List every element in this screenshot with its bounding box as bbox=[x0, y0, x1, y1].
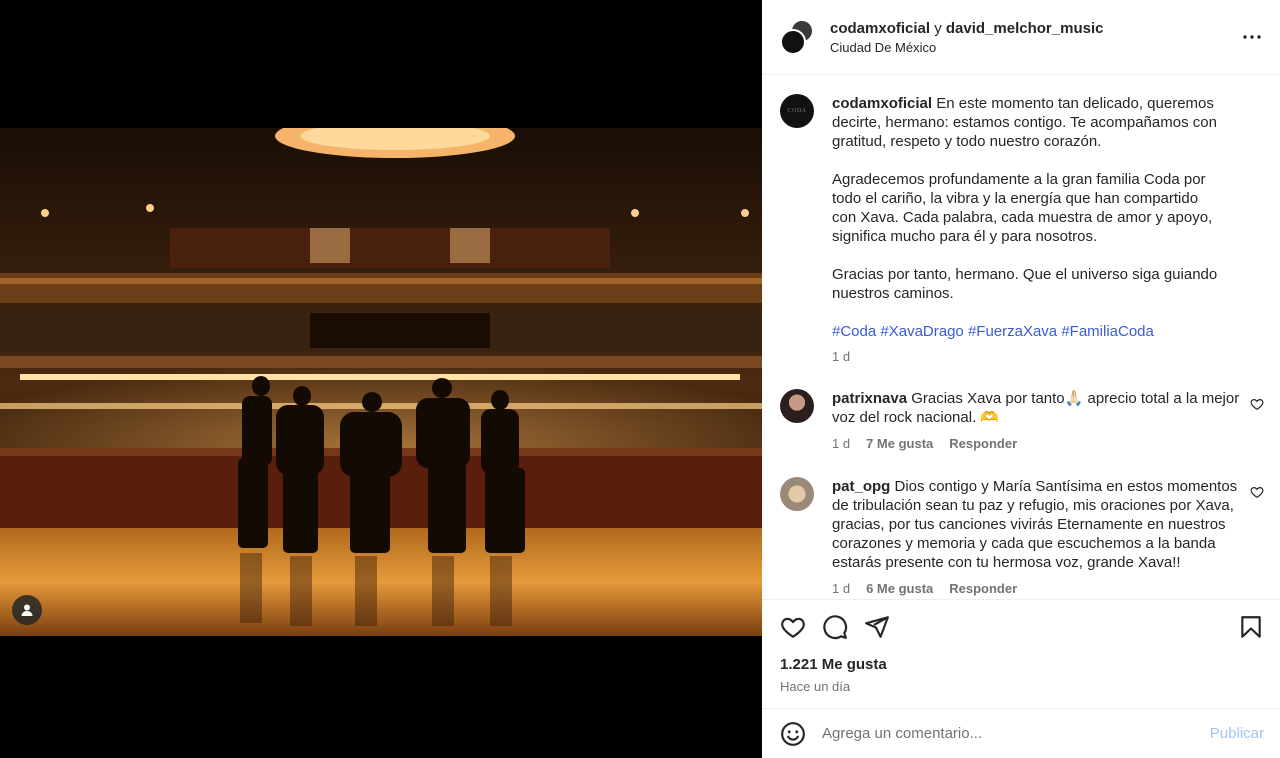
post-photo[interactable] bbox=[0, 128, 762, 636]
emoji-icon[interactable] bbox=[780, 721, 806, 747]
post-panel: codamxoficial y david_melchor_music Ciud… bbox=[762, 0, 1280, 758]
collab-avatars[interactable] bbox=[780, 19, 816, 55]
likes-count[interactable]: 1.221 Me gusta bbox=[780, 656, 1264, 673]
post-media bbox=[0, 0, 762, 758]
more-icon[interactable] bbox=[1240, 25, 1264, 49]
author-link[interactable]: david_melchor_music bbox=[946, 20, 1104, 37]
comment-username[interactable]: pat_opg bbox=[832, 478, 890, 495]
user-tag-icon[interactable] bbox=[12, 595, 42, 625]
comment-like-heart-icon[interactable] bbox=[1250, 397, 1264, 411]
comment-composer: Publicar bbox=[762, 708, 1280, 758]
comment-item: pat_opg Dios contigo y María Santísima e… bbox=[780, 477, 1264, 598]
timestamp[interactable]: 1 d bbox=[832, 434, 850, 453]
post-header: codamxoficial y david_melchor_music Ciud… bbox=[762, 0, 1280, 75]
comment-icon[interactable] bbox=[822, 614, 848, 640]
heart-icon[interactable] bbox=[780, 614, 806, 640]
comment-input[interactable] bbox=[822, 725, 1210, 742]
publish-button[interactable]: Publicar bbox=[1210, 725, 1264, 742]
timestamp[interactable]: 1 d bbox=[832, 579, 850, 598]
comment-item: patrixnava Gracias Xava por tanto🙏🏻 apre… bbox=[780, 389, 1264, 453]
avatar[interactable] bbox=[780, 389, 814, 423]
share-icon[interactable] bbox=[864, 614, 890, 640]
hashtag-link[interactable]: #XavaDrago bbox=[880, 323, 963, 340]
comment-like-heart-icon[interactable] bbox=[1250, 485, 1264, 499]
hashtags: #Coda #XavaDrago #FuerzaXava #FamiliaCod… bbox=[832, 322, 1224, 341]
hashtag-link[interactable]: #FuerzaXava bbox=[968, 323, 1057, 340]
caption-username[interactable]: codamxoficial bbox=[832, 95, 932, 112]
avatar[interactable] bbox=[780, 477, 814, 511]
bookmark-icon[interactable] bbox=[1238, 614, 1264, 640]
hashtag-link[interactable]: #FamiliaCoda bbox=[1061, 323, 1154, 340]
author-joiner: y bbox=[930, 19, 946, 37]
avatar bbox=[780, 29, 806, 55]
caption-paragraph: codamxoficial En este momento tan delica… bbox=[832, 94, 1224, 151]
avatar[interactable]: CODA bbox=[780, 94, 814, 128]
comment-likes[interactable]: 6 Me gusta bbox=[866, 579, 933, 598]
caption-paragraph: Agradecemos profundamente a la gran fami… bbox=[832, 171, 1213, 245]
reply-button[interactable]: Responder bbox=[949, 434, 1017, 453]
timestamp[interactable]: 1 d bbox=[832, 347, 850, 366]
comments-scroll[interactable]: CODA codamxoficial En este momento tan d… bbox=[762, 75, 1280, 599]
caption: CODA codamxoficial En este momento tan d… bbox=[780, 94, 1264, 366]
author-link[interactable]: codamxoficial bbox=[830, 20, 930, 37]
caption-paragraph: Gracias por tanto, hermano. Que el unive… bbox=[832, 266, 1218, 302]
location-link[interactable]: Ciudad De México bbox=[830, 40, 1240, 55]
comment-likes[interactable]: 7 Me gusta bbox=[866, 434, 933, 453]
avatar-logo-text: CODA bbox=[787, 108, 807, 114]
post-date[interactable]: Hace un día bbox=[780, 679, 1264, 694]
post-actions: 1.221 Me gusta Hace un día bbox=[762, 599, 1280, 709]
comment-text: Dios contigo y María Santísima en estos … bbox=[832, 478, 1238, 571]
post-authors: codamxoficial y david_melchor_music bbox=[830, 20, 1240, 37]
reply-button[interactable]: Responder bbox=[949, 579, 1017, 598]
hashtag-link[interactable]: #Coda bbox=[832, 323, 876, 340]
comment-username[interactable]: patrixnava bbox=[832, 390, 907, 407]
